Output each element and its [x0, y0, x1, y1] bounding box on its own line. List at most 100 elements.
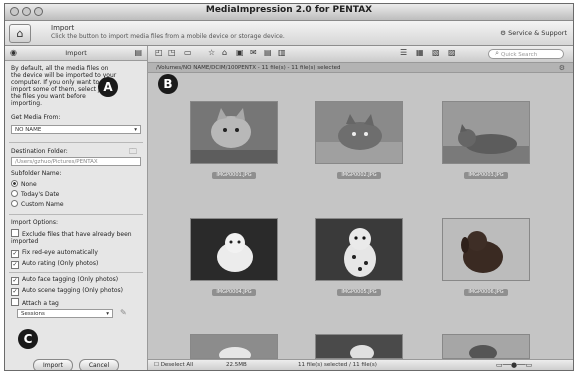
import-button[interactable]: Import — [33, 359, 73, 370]
dog-photo — [191, 335, 277, 363]
service-support-label: Service & Support — [508, 29, 567, 37]
option-label: Auto scene tagging (Only photos) — [22, 287, 123, 294]
thumbnail-partial[interactable] — [442, 334, 530, 361]
cat-photo — [316, 102, 402, 163]
subfolder-option-date[interactable]: Today's Date — [11, 190, 59, 198]
dog-photo — [316, 335, 402, 361]
option-exclude-imported[interactable]: Exclude files that have already been imp… — [11, 229, 137, 245]
app-header: ⌂ Import Click the button to import medi… — [5, 21, 573, 46]
subfolder-option-label: Today's Date — [21, 191, 60, 198]
tag-select[interactable]: Sessions ▾ — [17, 309, 113, 318]
option-attach-tag[interactable]: Attach a tag — [11, 298, 137, 307]
window-title: MediaImpression 2.0 for PENTAX — [205, 5, 373, 15]
cancel-button[interactable]: Cancel — [79, 359, 119, 370]
support-icon: ⚙ — [500, 29, 509, 37]
import-panel-title: Import — [65, 49, 87, 57]
cat-photo — [443, 335, 529, 361]
option-label: Auto rating (Only photos) — [22, 260, 99, 267]
subfolder-label: Subfolder Name: — [11, 170, 62, 177]
thumbnail-caption: IMGP0006.JPG — [464, 289, 508, 296]
radio-on-icon — [11, 180, 18, 187]
get-media-select[interactable]: NO NAME ▾ — [11, 125, 141, 134]
option-label: Attach a tag — [22, 300, 59, 307]
selected-size: 22.5MB — [226, 362, 247, 368]
settings-icon[interactable]: ⚙ — [559, 64, 565, 72]
app-window: MediaImpression 2.0 for PENTAX ⌂ Import … — [4, 3, 574, 371]
dog-photo — [191, 219, 277, 280]
title-bar: MediaImpression 2.0 for PENTAX — [5, 4, 573, 21]
callout-marker-b: B — [158, 74, 178, 94]
thumbnail-dog-2[interactable] — [315, 218, 403, 281]
email-icon[interactable]: ✉ — [250, 48, 257, 57]
selection-count: 11 file(s) selected / 11 file(s) — [298, 362, 377, 368]
checkbox-icon: ☐ — [154, 362, 161, 368]
callout-marker-c: C — [18, 329, 38, 349]
folder-path: /Volumes/NO NAME/DCIM/100PENTX - 11 file… — [148, 63, 573, 73]
option-auto-scene-tagging[interactable]: ✓ Auto scene tagging (Only photos) — [11, 287, 137, 296]
panel-menu-icon[interactable]: ▤ — [134, 48, 142, 57]
thumbnail-cat-3[interactable] — [442, 101, 530, 164]
quick-search-input[interactable]: Quick Search — [488, 49, 564, 59]
option-auto-rating[interactable]: ✓ Auto rating (Only photos) — [11, 260, 137, 269]
tag-icon[interactable]: ⌂ — [222, 48, 227, 57]
thumbnail-caption: IMGP0004.JPG — [212, 289, 256, 296]
deselect-all-button[interactable]: ☐ Deselect All — [154, 360, 194, 370]
checkmark-icon: ✓ — [11, 250, 19, 258]
get-media-value: NO NAME — [15, 127, 42, 133]
thumbnail-caption: IMGP0003.JPG — [464, 172, 508, 179]
thumbnail-cat-2[interactable] — [315, 101, 403, 164]
rotate-right-icon[interactable]: ◳ — [168, 48, 176, 57]
header-subtitle: Click the button to import media files f… — [51, 33, 285, 40]
checkbox-empty-icon — [11, 229, 19, 237]
deselect-all-label: Deselect All — [160, 362, 194, 368]
dog-photo — [443, 219, 529, 280]
chevron-down-icon: ▾ — [134, 127, 137, 133]
option-label: Exclude files that have already been imp… — [11, 231, 132, 245]
radio-off-icon — [11, 190, 18, 197]
thumbnail-caption: IMGP0002.JPG — [337, 172, 381, 179]
checkmark-icon: ✓ — [11, 288, 19, 296]
service-support-link[interactable]: ⚙ Service & Support — [500, 29, 567, 37]
get-media-label: Get Media From: — [11, 114, 61, 121]
print-icon[interactable]: ▣ — [236, 48, 244, 57]
destination-field[interactable]: /Users/gzhuo/Pictures/PENTAX — [11, 157, 141, 166]
sort-icon[interactable]: ☰ — [400, 48, 407, 57]
option-label: Fix red-eye automatically — [22, 249, 98, 256]
subfolder-option-none[interactable]: None — [11, 180, 37, 188]
display-icon[interactable]: ▨ — [448, 48, 456, 57]
edit-tag-icon[interactable]: ✎ — [120, 308, 127, 317]
star-icon[interactable]: ☆ — [208, 48, 215, 57]
search-icon: ⌕ — [495, 49, 499, 57]
home-button[interactable]: ⌂ — [9, 24, 31, 43]
rotate-left-icon[interactable]: ◰ — [155, 48, 163, 57]
header-title: Import — [51, 24, 75, 32]
subfolder-option-custom[interactable]: Custom Name — [11, 200, 64, 208]
tag-value: Sessions — [21, 311, 45, 317]
thumbnail-dog-1[interactable] — [190, 218, 278, 281]
filter-icon[interactable]: ▦ — [416, 48, 424, 57]
thumbnail-cat-1[interactable] — [190, 101, 278, 164]
delete-icon[interactable]: ▥ — [278, 48, 286, 57]
divider — [9, 214, 143, 215]
checkmark-icon: ✓ — [11, 261, 19, 269]
thumbnail-partial[interactable] — [315, 334, 403, 361]
thumbnail-partial[interactable] — [190, 334, 278, 363]
thumbnail-size-slider-icon[interactable]: ▭──●──▭ — [496, 360, 532, 370]
option-auto-face-tagging[interactable]: ✓ Auto face tagging (Only photos) — [11, 276, 137, 285]
home-icon: ⌂ — [16, 27, 24, 40]
option-fix-red-eye[interactable]: ✓ Fix red-eye automatically — [11, 249, 137, 258]
thumbnail-caption: IMGP0001.JPG — [212, 172, 256, 179]
checkmark-icon: ✓ — [11, 277, 19, 285]
share-icon[interactable]: ▤ — [264, 48, 272, 57]
divider — [9, 142, 143, 143]
subfolder-option-label: None — [21, 181, 37, 188]
view-mode-icon[interactable]: ▭ — [184, 48, 192, 57]
group-icon[interactable]: ▧ — [432, 48, 440, 57]
dog-photo — [316, 219, 402, 280]
divider — [9, 272, 143, 273]
import-options-label: Import Options: — [11, 219, 58, 226]
thumbnail-dog-3[interactable] — [442, 218, 530, 281]
thumbnail-caption: IMGP0005.JPG — [337, 289, 381, 296]
option-label: Auto face tagging (Only photos) — [22, 276, 119, 283]
subfolder-option-label: Custom Name — [21, 201, 64, 208]
